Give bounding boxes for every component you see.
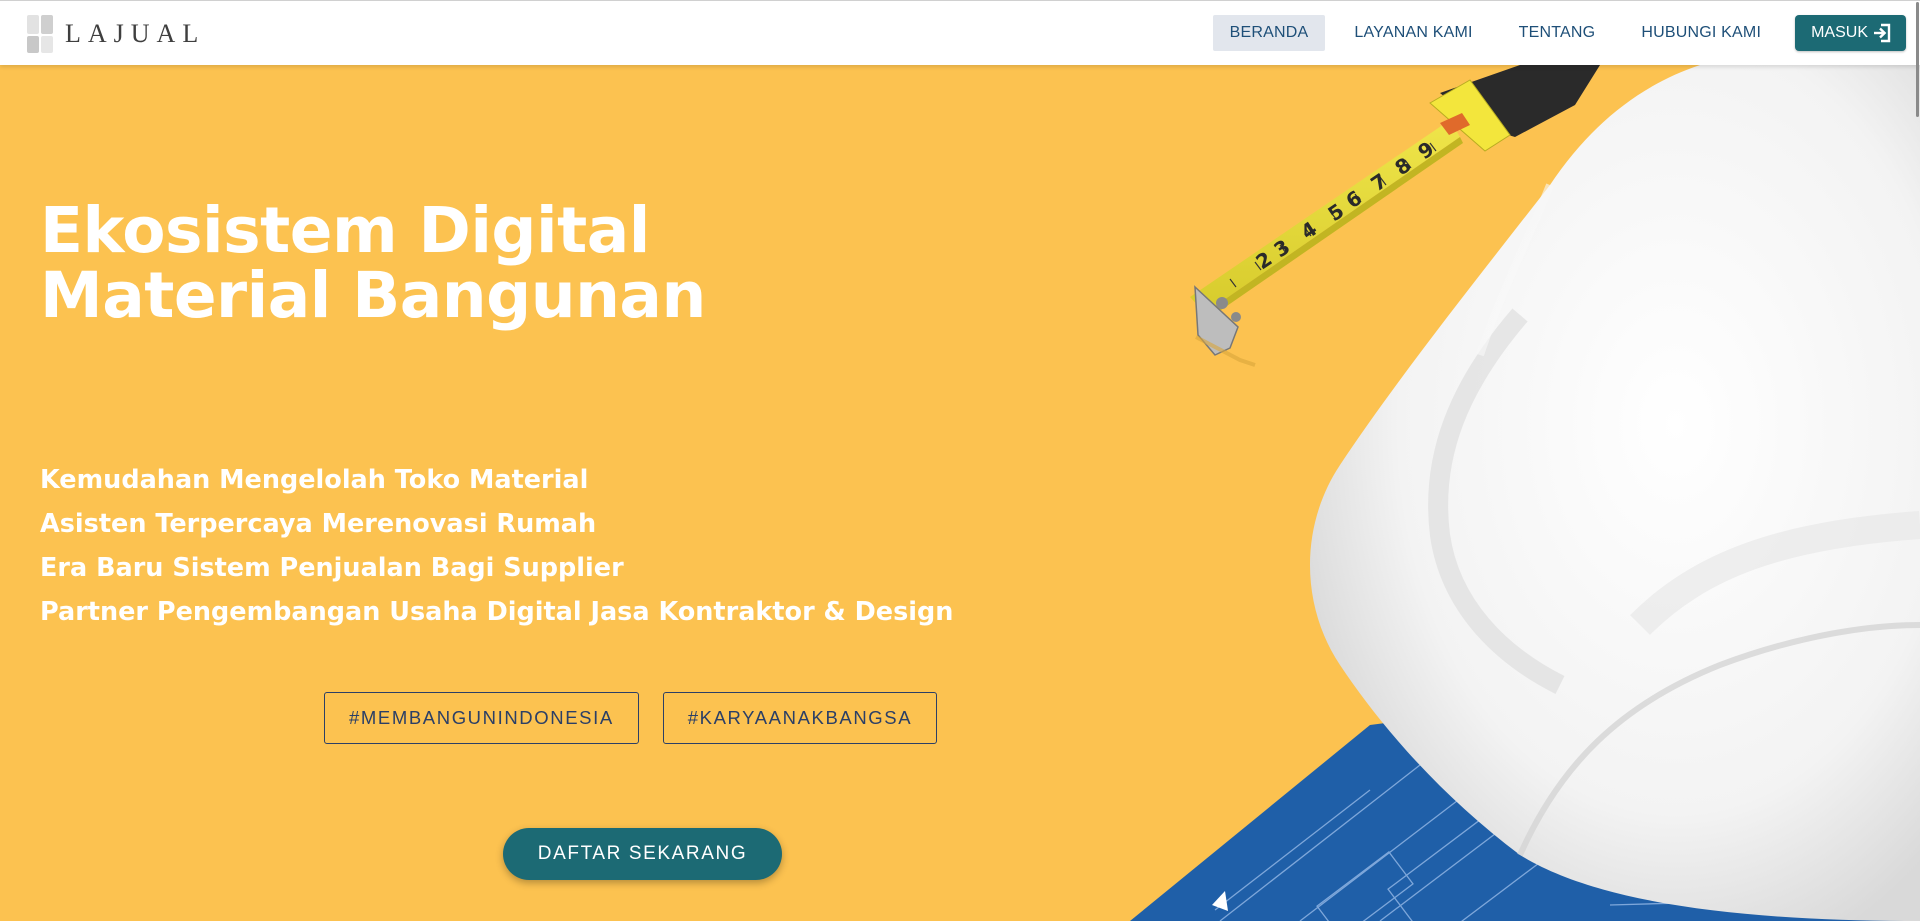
login-button[interactable]: MASUK [1795,15,1906,51]
main-nav: BERANDA LAYANAN KAMI TENTANG HUBUNGI KAM… [1201,15,1906,51]
login-button-label: MASUK [1811,24,1868,41]
tagline: Era Baru Sistem Penjualan Bagi Supplier [40,553,624,583]
nav-item-hubungi-kami[interactable]: HUBUNGI KAMI [1624,15,1778,51]
register-now-button[interactable]: DAFTAR SEKARANG [503,828,782,880]
hashtag-membangunindonesia-button[interactable]: #MEMBANGUNINDONESIA [324,692,639,744]
tagline: Kemudahan Mengelolah Toko Material [40,465,589,495]
tagline: Partner Pengembangan Usaha Digital Jasa … [40,597,954,627]
hashtag-row: #MEMBANGUNINDONESIA #KARYAANAKBANGSA [324,692,961,744]
login-icon [1874,23,1891,43]
hashtag-karyaanakbangsa-button[interactable]: #KARYAANAKBANGSA [662,692,938,744]
scrollbar-thumb[interactable] [1916,2,1919,117]
brand-mark-icon [27,15,55,53]
navbar: LAJUAL BERANDA LAYANAN KAMI TENTANG HUBU… [0,0,1920,65]
brand-name: LAJUAL [65,19,206,48]
nav-item-beranda[interactable]: BERANDA [1212,15,1326,51]
hero-taglines: Kemudahan Mengelolah Toko Material Asist… [40,458,953,634]
brand-logo[interactable]: LAJUAL [27,15,205,53]
hero-section: 2 3 4 5 6 7 8 9 Ekosistem Digital Materi… [0,65,1920,921]
nav-item-tentang[interactable]: TENTANG [1502,15,1613,51]
hero-title: Ekosistem Digital Material Bangunan [40,194,706,332]
tagline: Asisten Terpercaya Merenovasi Rumah [40,509,597,539]
page-scrollbar[interactable] [1914,0,1920,921]
nav-item-layanan-kami[interactable]: LAYANAN KAMI [1337,15,1489,51]
